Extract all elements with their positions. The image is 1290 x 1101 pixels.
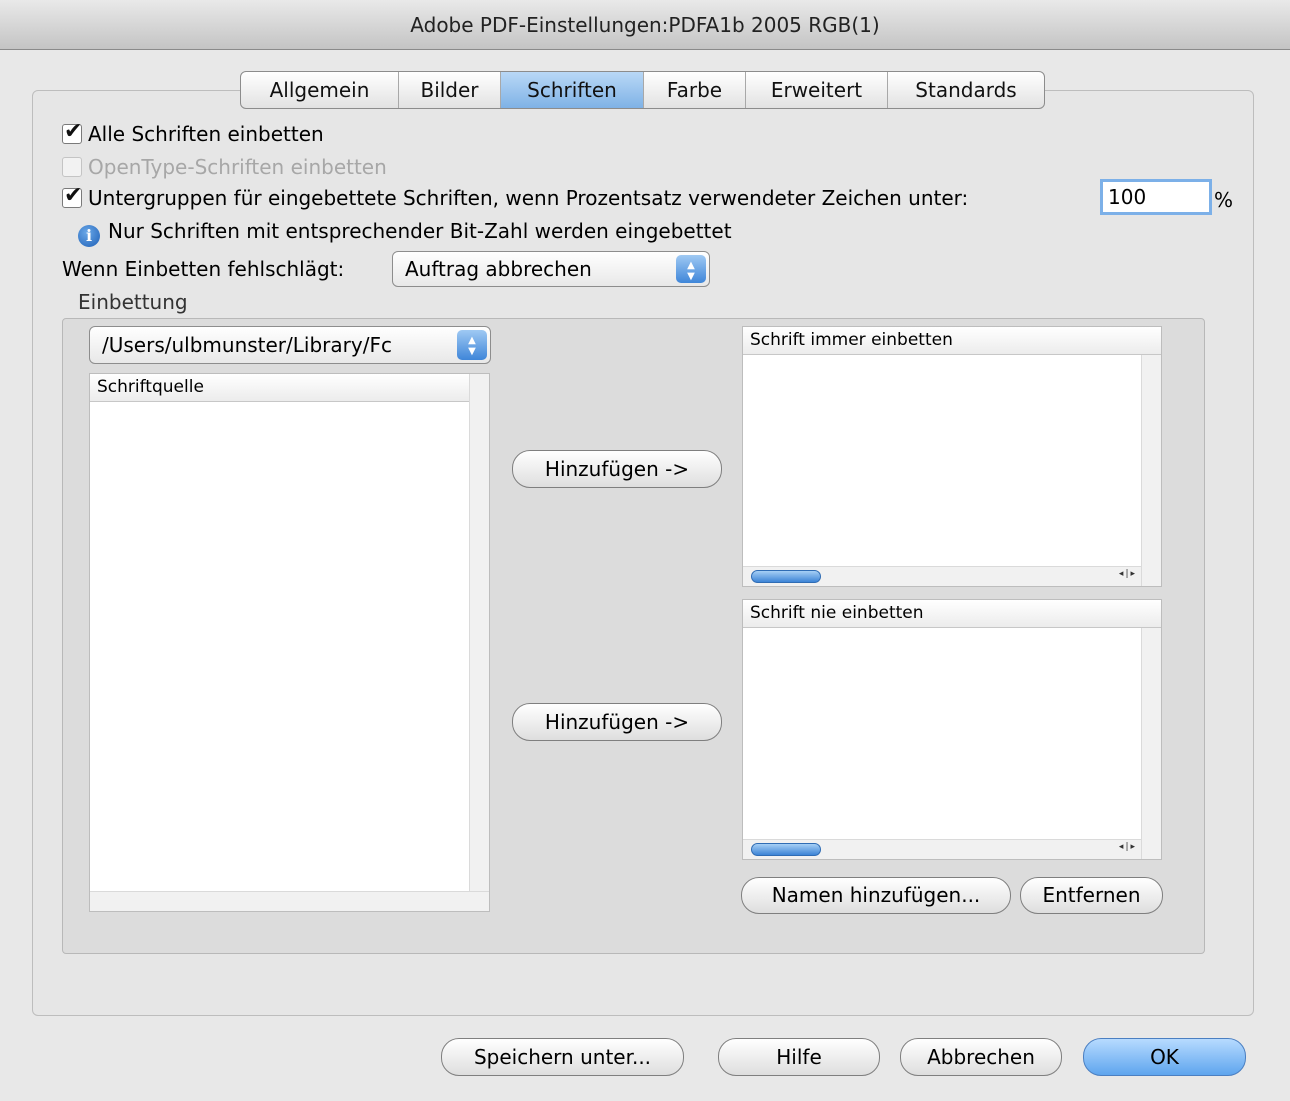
subset-label: Untergruppen für eingebettete Schriften,… bbox=[88, 186, 969, 210]
embed-opentype-label: OpenType-Schriften einbetten bbox=[88, 155, 387, 179]
chevron-updown-icon: ▲ ▼ bbox=[676, 255, 706, 283]
subset-checkbox[interactable] bbox=[62, 183, 82, 208]
tab-standards[interactable]: Standards bbox=[888, 72, 1044, 108]
add-names-button[interactable]: Namen hinzufügen... bbox=[741, 877, 1011, 914]
remove-button[interactable]: Entfernen bbox=[1020, 877, 1163, 914]
embed-opentype-option: OpenType-Schriften einbetten bbox=[62, 155, 387, 179]
ok-button[interactable]: OK bbox=[1083, 1038, 1246, 1076]
chevron-updown-icon: ▲ ▼ bbox=[457, 330, 487, 360]
never-embed-hscroll[interactable]: ◂|▸ bbox=[743, 839, 1141, 859]
embedding-group-label: Einbettung bbox=[78, 290, 188, 314]
subset-percent-input[interactable]: 100 bbox=[1100, 179, 1212, 215]
on-fail-select[interactable]: Auftrag abbrechen ▲ ▼ bbox=[392, 251, 710, 287]
percent-unit: % bbox=[1214, 188, 1234, 212]
embed-opentype-checkbox bbox=[62, 157, 82, 177]
font-source-vscroll[interactable] bbox=[469, 374, 489, 911]
font-source-hscroll[interactable] bbox=[90, 891, 489, 911]
embed-all-option: Alle Schriften einbetten bbox=[62, 119, 324, 146]
scroll-arrows-icon[interactable]: ◂|▸ bbox=[1119, 569, 1137, 579]
never-embed-header: Schrift nie einbetten bbox=[743, 600, 1161, 628]
always-embed-list[interactable]: Schrift immer einbetten ◂|▸ bbox=[742, 326, 1162, 587]
embed-all-checkbox[interactable] bbox=[62, 119, 82, 144]
add-always-button[interactable]: Hinzufügen -> bbox=[512, 450, 722, 488]
cancel-button[interactable]: Abbrechen bbox=[900, 1038, 1062, 1076]
tab-erweitert[interactable]: Erweitert bbox=[746, 72, 888, 108]
embed-all-label: Alle Schriften einbetten bbox=[88, 122, 324, 146]
scroll-arrows-icon[interactable]: ◂|▸ bbox=[1119, 842, 1137, 852]
font-source-path-select[interactable]: /Users/ulbmunster/Library/Fc ▲ ▼ bbox=[89, 326, 491, 364]
tab-schriften[interactable]: Schriften bbox=[501, 72, 644, 108]
font-source-list[interactable]: Schriftquelle bbox=[89, 373, 490, 912]
font-source-path: /Users/ulbmunster/Library/Fc bbox=[102, 333, 392, 357]
tab-bilder[interactable]: Bilder bbox=[399, 72, 501, 108]
always-embed-header: Schrift immer einbetten bbox=[743, 327, 1161, 355]
info-row: i Nur Schriften mit entsprechender Bit-Za… bbox=[78, 219, 732, 247]
scroll-thumb[interactable] bbox=[751, 843, 821, 856]
tab-allgemein[interactable]: Allgemein bbox=[241, 72, 399, 108]
help-button[interactable]: Hilfe bbox=[718, 1038, 880, 1076]
info-text: Nur Schriften mit entsprechender Bit-Zah… bbox=[108, 219, 732, 243]
on-fail-label: Wenn Einbetten fehlschlägt: bbox=[62, 257, 345, 281]
add-never-button[interactable]: Hinzufügen -> bbox=[512, 703, 722, 741]
never-embed-list[interactable]: Schrift nie einbetten ◂|▸ bbox=[742, 599, 1162, 860]
subset-option: Untergruppen für eingebettete Schriften,… bbox=[62, 183, 969, 210]
tab-bar: Allgemein Bilder Schriften Farbe Erweite… bbox=[240, 71, 1045, 109]
scroll-thumb[interactable] bbox=[751, 570, 821, 583]
window-title: Adobe PDF-Einstellungen:PDFA1b 2005 RGB(… bbox=[0, 0, 1290, 50]
font-source-header: Schriftquelle bbox=[90, 374, 489, 402]
always-embed-vscroll[interactable] bbox=[1141, 355, 1161, 586]
tab-farbe[interactable]: Farbe bbox=[644, 72, 746, 108]
never-embed-vscroll[interactable] bbox=[1141, 628, 1161, 859]
save-as-button[interactable]: Speichern unter... bbox=[441, 1038, 684, 1076]
on-fail-value: Auftrag abbrechen bbox=[405, 257, 592, 281]
always-embed-hscroll[interactable]: ◂|▸ bbox=[743, 566, 1141, 586]
info-icon: i bbox=[78, 225, 100, 247]
